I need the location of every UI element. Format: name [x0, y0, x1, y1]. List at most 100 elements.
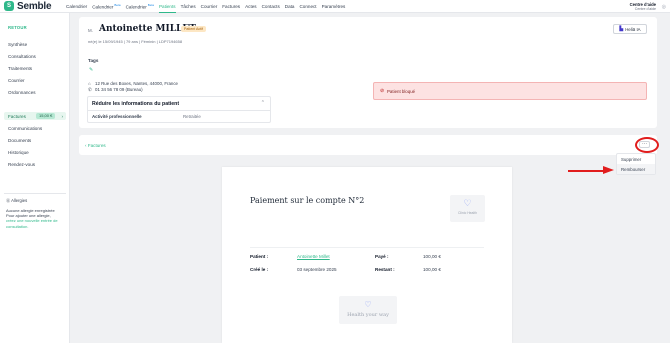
chevron-right-icon: › — [61, 113, 63, 119]
nav-item-label: Patients — [158, 3, 176, 9]
chevron-up-icon[interactable]: ⌃ — [261, 100, 265, 106]
clinic-logo: ♡ Clinic Health — [450, 195, 485, 222]
sidebar-item-label: Factures — [8, 113, 26, 119]
nav-item-label: Calendrier — [92, 4, 114, 10]
nav-item-data[interactable]: Data — [285, 4, 295, 9]
annotation-arrow-head — [603, 166, 614, 174]
receipt-remaining-label: Restant : — [375, 267, 395, 272]
occupation-label: Activité professionnelle — [92, 114, 142, 119]
nav-item-factures[interactable]: Factures — [222, 4, 240, 9]
payment-receipt-document: Paiement sur le compte N°2 ♡ Clinic Heal… — [222, 167, 512, 343]
clinic-logo-text: Clinic Health — [457, 211, 478, 215]
nav-item-label: Contacts — [261, 3, 280, 9]
divider — [88, 110, 270, 111]
sidebar-item-courrier[interactable]: Courrier — [8, 78, 25, 83]
user-menu-icon[interactable]: ◎ — [662, 4, 666, 10]
main-nav: Calendrier CalendrierBeta CalendrierBeta Pa… — [66, 3, 350, 13]
patient-title-prefix: M. — [88, 28, 93, 33]
sidebar-item-communications[interactable]: Communications — [8, 126, 42, 131]
patient-blocked-alert: ⊘ Patient bloqué — [373, 82, 647, 100]
blocked-icon: ⊘ — [380, 88, 385, 94]
patient-sidebar: RETOUR Synthèse Consultations Traitements C… — [0, 13, 70, 343]
nav-item-label: Tâches — [180, 3, 196, 9]
nav-item-taches[interactable]: Tâches — [181, 4, 196, 9]
patient-phone: 01 34 56 78 09 (Bureau) — [95, 87, 143, 92]
heart-icon: ♡ — [364, 300, 372, 309]
nav-item-calendrier[interactable]: Calendrier — [66, 4, 87, 9]
nav-item-actes[interactable]: Actes — [245, 4, 257, 9]
back-to-invoices-link[interactable]: ‹ Factures — [85, 143, 106, 148]
nav-item-parametres[interactable]: Paramètres — [322, 4, 346, 9]
patient-blocked-text: Patient bloqué — [387, 89, 416, 94]
sidebar-item-synthese[interactable]: Synthèse — [8, 42, 27, 47]
receipt-divider — [250, 247, 484, 248]
top-navigation: S Semble Calendrier CalendrierBeta Calendr… — [0, 0, 670, 13]
nav-item-label: Data — [284, 3, 295, 9]
nav-item-courrier[interactable]: Courrier — [201, 4, 218, 9]
phone-icon: ✆ — [88, 87, 92, 92]
patient-info-collapsible: Réduire les informations du patient ⌃ Ac… — [87, 96, 271, 123]
receipt-paid-label: Payé : — [375, 254, 389, 259]
edit-tags-icon[interactable]: ✎ — [89, 67, 93, 73]
help-center-subtitle: Centre d'aide — [634, 7, 656, 11]
allergy-title-text: Allergies — [11, 198, 28, 203]
allergy-empty-text: Aucune allergie enregistrée Pour ajouter… — [6, 208, 55, 219]
nav-item-label: Actes — [245, 3, 257, 9]
nav-item-label: Courrier — [200, 3, 218, 9]
receipt-patient-label: Patient : — [250, 254, 269, 259]
receipt-remaining-value: 100,00 € — [423, 267, 441, 272]
footer-logo-text: Health your way — [347, 312, 389, 318]
create-consultation-link[interactable]: créez une nouvelle entrée de consultatio… — [6, 218, 64, 228]
occupation-value: Retraitée — [183, 114, 201, 119]
menu-item-refund[interactable]: Rembourser — [617, 164, 655, 174]
receipt-patient-link[interactable]: Antoinette Millet — [297, 254, 330, 259]
more-actions-menu: Supprimer Rembourser — [616, 153, 656, 175]
app-logo[interactable]: S Semble — [4, 1, 66, 12]
allergy-panel: ⓪ Allergies Aucune allergie enregistrée … — [4, 193, 66, 229]
receipt-created-label: Créé le : — [250, 267, 269, 272]
sidebar-item-traitements[interactable]: Traitements — [8, 66, 32, 71]
annotation-arrow — [568, 169, 605, 172]
helio-ia-button[interactable]: ▙ Heliā IA — [613, 24, 647, 34]
chevron-left-icon: ‹ — [85, 143, 87, 148]
nav-item-label: Connect — [299, 3, 317, 9]
receipt-title: Paiement sur le compte N°2 — [250, 196, 365, 205]
help-center[interactable]: Centre d'aide Centre d'aide — [630, 2, 656, 12]
allergy-title: ⓪ Allergies — [6, 198, 66, 204]
app-name: Semble — [17, 0, 52, 12]
invoice-balance-badge: 15,00 € — [36, 113, 56, 119]
sidebar-item-historique[interactable]: Historique — [8, 150, 29, 155]
sidebar-item-documents[interactable]: Documents — [8, 138, 31, 143]
sidebar-item-consultations[interactable]: Consultations — [8, 54, 36, 59]
tags-label: Tags — [88, 58, 99, 63]
nav-item-label: Paramètres — [321, 3, 346, 9]
sidebar-item-factures[interactable]: Factures 15,00 € › — [4, 112, 66, 120]
back-to-invoices-label: Factures — [87, 143, 106, 148]
semble-logo-icon: S — [4, 1, 14, 11]
nav-item-connect[interactable]: Connect — [299, 4, 316, 9]
menu-item-delete[interactable]: Supprimer — [617, 154, 655, 164]
heart-icon: ♡ — [463, 198, 472, 208]
nav-item-contacts[interactable]: Contacts — [262, 4, 280, 9]
patient-status-badge: Patient Actif — [181, 26, 206, 32]
annotation-circle — [635, 137, 659, 153]
patient-header-card: M. Antoinette MILLET Patient Actif né(e)… — [79, 17, 657, 128]
helio-icon: ▙ — [619, 26, 624, 32]
nav-item-label: Calendrier — [66, 3, 88, 9]
sidebar-item-ordonnances[interactable]: Ordonnances — [8, 90, 36, 95]
allergy-icon: ⓪ — [6, 198, 11, 203]
nav-item-label: Calendrier — [125, 4, 147, 10]
nav-item-calendrier[interactable]: CalendrierBeta — [126, 3, 154, 10]
collapse-info-toggle[interactable]: Réduire les informations du patient — [92, 101, 179, 107]
nav-item-calendrier[interactable]: CalendrierBeta — [92, 3, 120, 10]
sidebar-item-rendez-vous[interactable]: Rendez-vous — [8, 162, 35, 167]
back-link[interactable]: RETOUR — [8, 25, 27, 30]
patient-address: 12 Rue des Boxes, Nantes, 44000, France — [95, 81, 178, 86]
beta-badge: Beta — [114, 2, 121, 7]
nav-item-patients[interactable]: Patients — [158, 3, 176, 13]
beta-badge: Beta — [147, 2, 154, 7]
footer-logo: ♡ Health your way — [339, 296, 397, 324]
receipt-paid-value: 100,00 € — [423, 254, 441, 259]
patient-meta: né(e) le 15/09/1945 | 79 ans | Féminin |… — [88, 39, 183, 44]
receipt-created-value: 03 septembre 2025 — [297, 267, 337, 272]
